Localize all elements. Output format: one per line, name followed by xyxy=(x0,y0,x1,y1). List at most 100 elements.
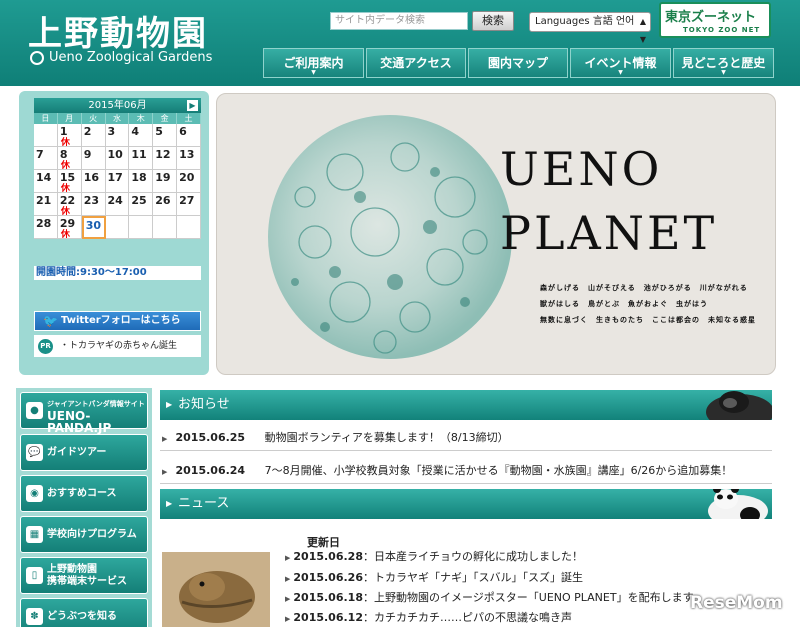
nav-guide[interactable]: ご利用案内 ▼ xyxy=(263,48,364,78)
calendar-day[interactable]: 4 xyxy=(129,124,154,147)
mobile-service-label-1: 上野動物園 xyxy=(47,564,97,575)
calendar-day[interactable]: 21 xyxy=(34,193,58,216)
weekday-label: 火 xyxy=(82,113,106,124)
calendar-day[interactable]: 22 休 xyxy=(57,193,82,217)
notice-item[interactable]: ▶ 2015.06.24 7〜8月開催、小学校教員対象「授業に活かせる『動物園・… xyxy=(160,458,772,484)
news-item[interactable]: ▶ 2015.06.26：トカラヤギ「ナギ」「スバル」「スズ」誕生 xyxy=(285,571,583,586)
calendar-day[interactable]: 11 xyxy=(129,147,154,170)
notice-text: 動物園ボランティアを募集します！（8/13締切） xyxy=(264,431,509,444)
news-date: 2015.06.26 xyxy=(293,571,363,584)
calendar-day[interactable]: 18 xyxy=(129,170,154,193)
nav-highlights[interactable]: 見どころと歴史 ▼ xyxy=(673,48,774,78)
site-header: 上野動物園 Ueno Zoological Gardens サイト内データ検索 … xyxy=(0,0,800,86)
calendar-empty-cell xyxy=(105,216,130,239)
calendar-day[interactable]: 6 xyxy=(177,124,201,147)
day-number: 9 xyxy=(83,148,92,161)
weekday-label: 金 xyxy=(153,113,178,124)
mobile-service-link[interactable]: ▯ 上野動物園 携帯端末サービス xyxy=(20,557,148,594)
calendar-day[interactable]: 16 xyxy=(81,170,106,193)
calendar-empty-cell xyxy=(129,216,154,239)
calendar-day[interactable]: 17 xyxy=(105,170,130,193)
weekday-label: 木 xyxy=(129,113,154,124)
calendar-empty-cell xyxy=(34,124,58,147)
hero-copy-line: 森がしげる 山がそびえる 池がひろがる 川がながれる xyxy=(540,284,748,292)
day-number: 25 xyxy=(131,194,147,207)
day-number: 19 xyxy=(155,171,171,184)
weekday-label: 月 xyxy=(58,113,82,124)
calendar-day[interactable]: 9 xyxy=(81,147,106,170)
calendar-header: 2015年06月 ▶ xyxy=(34,98,201,113)
site-logo-english[interactable]: Ueno Zoological Gardens xyxy=(30,50,212,65)
news-text: ：上野動物園のイメージポスター「UENO PLANET」を配布します xyxy=(362,591,694,604)
calendar-grid: 1 休 2 3 4 5 6 7 8 休 9 10 11 12 13 14 15 休 16 17 18 19 20 21 22 休 2… xyxy=(34,124,201,240)
calendar-day[interactable]: 15 休 xyxy=(57,170,82,194)
news-text: ：日本産ライチョウの孵化に成功しました！ xyxy=(362,550,583,563)
calendar-day[interactable]: 8休 xyxy=(57,147,82,171)
nav-map[interactable]: 園内マップ xyxy=(468,48,568,78)
tokyo-zoo-net-banner[interactable]: 東京ズーネット TOKYO ZOO NET xyxy=(659,2,771,38)
learn-animals-label: どうぶつを知る xyxy=(47,611,117,622)
calendar-day[interactable]: 10 xyxy=(105,147,130,170)
calendar: 2015年06月 ▶ 日月火水木金土 1 休 2 3 4 5 6 7 8 休 9 10 11 12 13 14… xyxy=(34,98,201,240)
calendar-day[interactable]: 13 xyxy=(177,147,201,170)
chevron-right-icon[interactable]: ▶ xyxy=(187,100,198,111)
calendar-day[interactable]: 25 xyxy=(129,193,154,216)
calendar-day[interactable]: 12 xyxy=(153,147,178,170)
calendar-day[interactable]: 28 xyxy=(34,216,58,239)
news-item[interactable]: ▶ 2015.06.18：上野動物園のイメージポスター「UENO PLANET」を… xyxy=(285,591,694,606)
ueno-panda-link[interactable]: ● ジャイアントパンダ情報サイト UENO-PANDA.JP xyxy=(20,392,148,434)
resemom-watermark: ReseMom xyxy=(690,593,783,613)
news-item[interactable]: ▶ 2015.06.12：カチカチカチ……ピパの不思議な鳴き声 xyxy=(285,611,572,626)
learn-animals-link[interactable]: ✽ どうぶつを知る xyxy=(20,598,148,627)
nav-access[interactable]: 交通アクセス xyxy=(366,48,466,78)
calendar-day[interactable]: 20 xyxy=(177,170,201,193)
site-logo[interactable]: 上野動物園 xyxy=(28,6,208,55)
ptarmigan-chick-photo[interactable] xyxy=(162,552,270,627)
panda-site-name: UENO-PANDA.JP xyxy=(47,409,112,435)
day-number: 10 xyxy=(107,148,123,161)
calendar-day[interactable]: 30 xyxy=(81,216,106,239)
calendar-day[interactable]: 23 xyxy=(81,193,106,216)
day-number: 23 xyxy=(83,194,99,207)
calendar-day[interactable]: 26 xyxy=(153,193,178,216)
twitter-bird-icon: 🐦 xyxy=(43,314,58,328)
calendar-day[interactable]: 1休 xyxy=(57,124,82,148)
site-search-input[interactable]: サイト内データ検索 xyxy=(330,12,468,30)
triangle-right-icon: ▶ xyxy=(162,468,168,476)
panda-photo xyxy=(708,489,768,519)
hero-title-line2: PLANET xyxy=(500,206,718,260)
weekday-label: 土 xyxy=(177,113,201,124)
calendar-day[interactable]: 5 xyxy=(153,124,178,147)
calendar-day[interactable]: 29 休 xyxy=(57,216,82,240)
nav-map-label: 園内マップ xyxy=(487,56,548,70)
search-button[interactable]: 検索 xyxy=(472,11,514,31)
mobile-service-label-2: 携帯端末サービス xyxy=(47,576,127,587)
calendar-day[interactable]: 7 xyxy=(34,147,58,170)
guide-tour-link[interactable]: 💬 ガイドツアー xyxy=(20,434,148,471)
calendar-day[interactable]: 24 xyxy=(105,193,130,216)
news-date: 2015.06.28 xyxy=(293,550,363,563)
notice-item[interactable]: ▶ 2015.06.25 動物園ボランティアを募集します！（8/13締切） xyxy=(160,425,772,451)
hero-banner[interactable]: UENO PLANET 森がしげる 山がそびえる 池がひろがる 川がながれる 獣… xyxy=(216,93,776,375)
recommended-course-link[interactable]: ◉ おすすめコース xyxy=(20,475,148,512)
nav-access-label: 交通アクセス xyxy=(380,56,452,70)
day-number: 28 xyxy=(36,217,52,230)
nav-events[interactable]: イベント情報 ▼ xyxy=(570,48,671,78)
weekday-label: 日 xyxy=(34,113,58,124)
language-select[interactable]: Languages 言語 언어 ▲ ▼ xyxy=(529,12,651,44)
calendar-day[interactable]: 3 xyxy=(105,124,130,147)
chevron-down-icon: ▼ xyxy=(721,69,726,76)
twitter-follow-button[interactable]: 🐦 Twitterフォローはこちら xyxy=(34,311,201,331)
calendar-day[interactable]: 19 xyxy=(153,170,178,193)
calendar-day[interactable]: 2 xyxy=(81,124,106,147)
school-icon: ▦ xyxy=(26,526,43,543)
news-item[interactable]: ▶ 2015.06.28：日本産ライチョウの孵化に成功しました！ xyxy=(285,550,583,565)
pr-link[interactable]: PR ・トカラヤギの赤ちゃん誕生 xyxy=(34,335,201,357)
calendar-weekdays: 日月火水木金土 xyxy=(34,113,201,124)
nav-events-label: イベント情報 xyxy=(584,56,657,70)
calendar-day[interactable]: 27 xyxy=(177,193,201,216)
notice-date: 2015.06.24 xyxy=(175,464,246,477)
school-program-link[interactable]: ▦ 学校向けプログラム xyxy=(20,516,148,553)
calendar-day[interactable]: 14 xyxy=(34,170,58,193)
day-number: 12 xyxy=(155,148,171,161)
